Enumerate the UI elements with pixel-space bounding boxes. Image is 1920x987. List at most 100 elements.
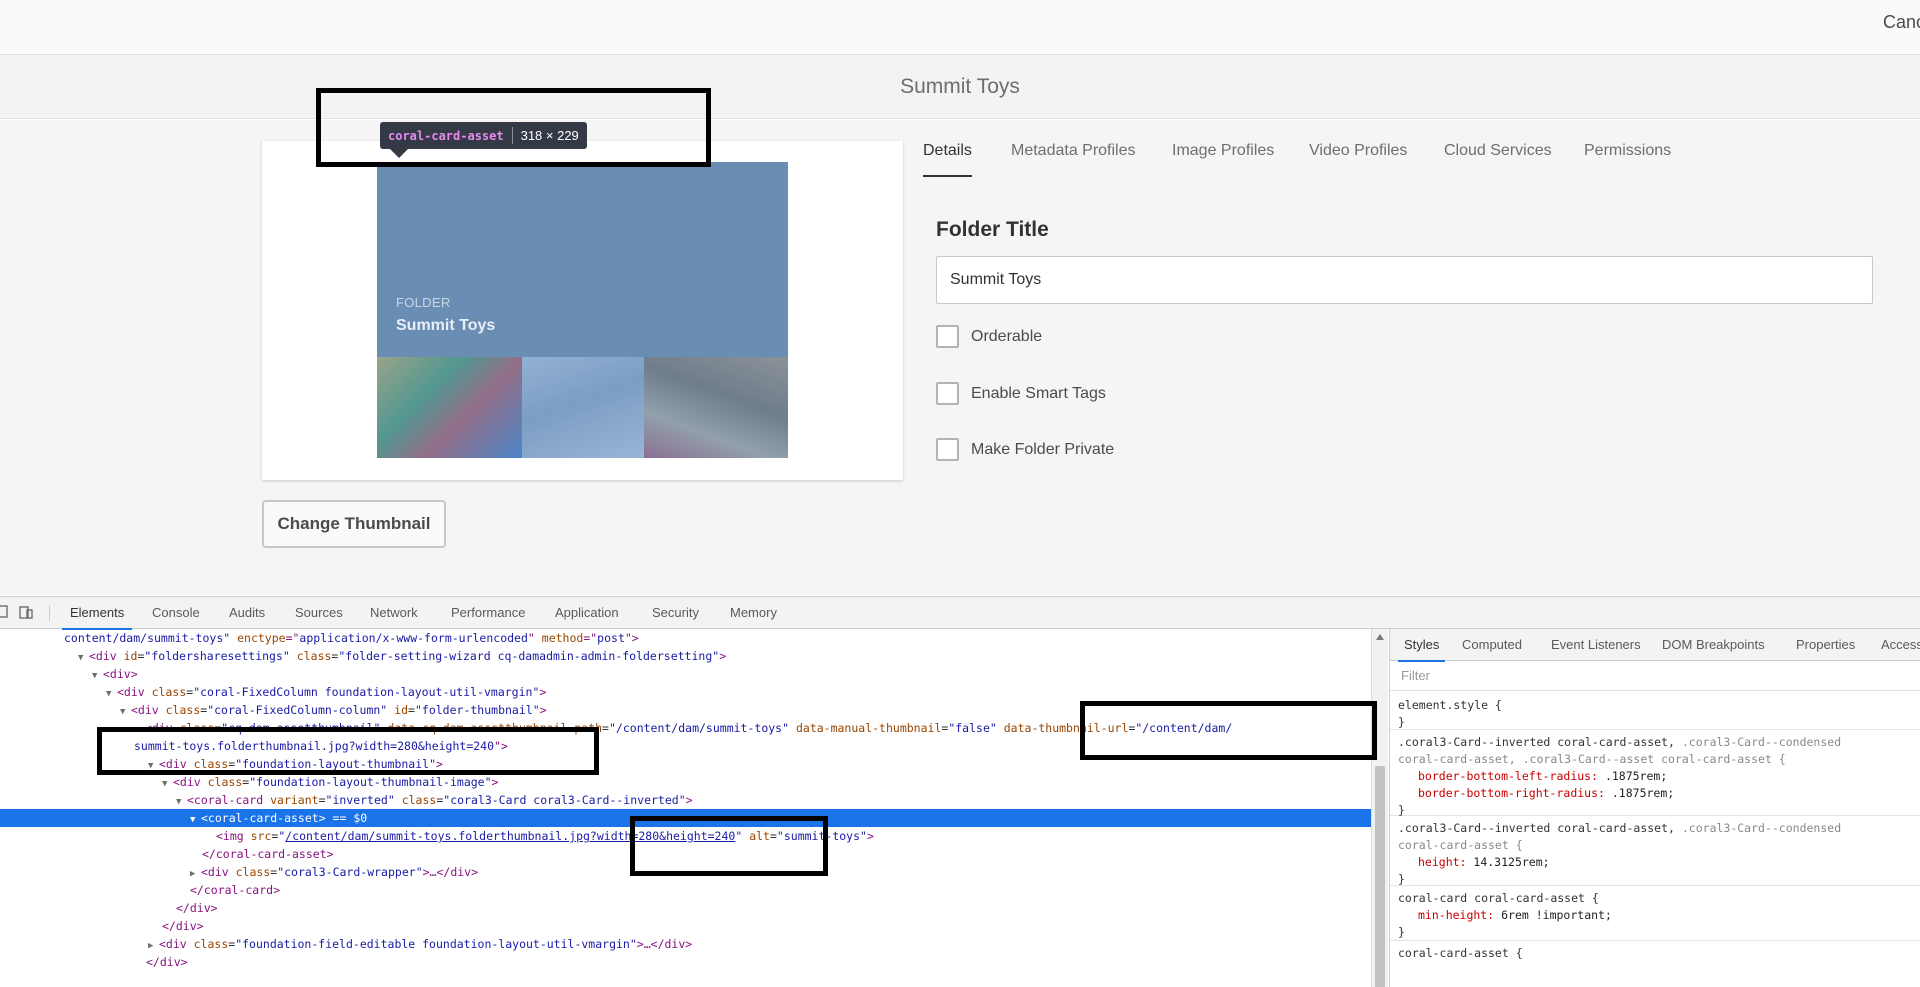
inspect-tooltip: coral-card-asset 318 × 229 <box>380 122 587 149</box>
smart-tags-checkbox[interactable] <box>936 382 959 405</box>
dom-attr: class <box>151 685 187 699</box>
dom-attr: class <box>193 757 229 771</box>
elements-scrollbar[interactable] <box>1371 629 1388 987</box>
css-selector-dim: coral-card-asset { <box>1398 838 1523 852</box>
devtools-tab-elements[interactable]: Elements <box>61 597 133 630</box>
css-rule[interactable]: coral-card-asset { <box>1390 942 1920 987</box>
dom-line[interactable]: ▼ <div class="coral-FixedColumn foundatio… <box>0 683 1371 701</box>
dom-tag: > <box>539 703 547 717</box>
tooltip-divider <box>511 127 513 144</box>
tab-permissions[interactable]: Permissions <box>1584 132 1671 177</box>
css-selector-dim: coral-card-asset, .coral3-Card--asset co… <box>1398 752 1786 766</box>
tab-video-profiles[interactable]: Video Profiles <box>1309 132 1407 177</box>
dom-tag: <div <box>89 649 124 663</box>
css-rule[interactable]: element.style { } <box>1390 694 1920 730</box>
styles-tab-event-listeners[interactable]: Event Listeners <box>1551 629 1641 661</box>
dom-line[interactable]: </div> <box>0 899 1371 917</box>
tab-cloud-services[interactable]: Cloud Services <box>1444 132 1552 177</box>
device-toolbar-icon[interactable] <box>18 604 34 620</box>
img-src-link[interactable]: /content/dam/summit-toys.folderthumbnail… <box>285 829 590 843</box>
dom-line[interactable]: ▼ <div class="foundation-layout-thumbnail… <box>0 773 1371 791</box>
dom-attr: variant <box>270 793 319 807</box>
css-property[interactable]: height <box>1418 855 1460 869</box>
css-value[interactable]: .1875rem; <box>1605 769 1667 783</box>
css-property[interactable]: border-bottom-left-radius <box>1418 769 1591 783</box>
tab-image-profiles[interactable]: Image Profiles <box>1172 132 1274 177</box>
inspect-element-icon[interactable] <box>0 604 10 620</box>
dom-line[interactable]: <img src="/content/dam/summit-toys.folde… <box>0 827 1371 845</box>
css-value[interactable]: 14.3125rem; <box>1473 855 1549 869</box>
dom-value: foundation-layout-thumbnail <box>242 757 430 771</box>
devtools-tab-performance[interactable]: Performance <box>451 597 525 629</box>
devtools-tab-sources[interactable]: Sources <box>295 597 343 629</box>
dom-line[interactable]: content/dam/summit-toys" enctype="applic… <box>0 629 1371 647</box>
dom-value: inverted <box>332 793 388 807</box>
dom-line[interactable]: summit-toys.folderthumbnail.jpg?width=28… <box>0 737 1371 755</box>
css-rule[interactable]: coral-card coral-card-asset { min-height… <box>1390 887 1920 941</box>
dom-line[interactable]: </coral-card-asset> <box>0 845 1371 863</box>
folder-title-input[interactable] <box>936 256 1873 304</box>
dom-attr: class <box>179 721 215 735</box>
css-selector: .coral3-Card--inverted coral-card-asset, <box>1398 821 1682 835</box>
styles-tab-properties[interactable]: Properties <box>1796 629 1855 661</box>
dom-line[interactable]: ▼ <div class="foundation-layout-thumbnail… <box>0 755 1371 773</box>
devtools-tab-application[interactable]: Application <box>555 597 619 629</box>
img-src-query-link[interactable]: ?width=280&height=240 <box>590 829 735 843</box>
styles-tab-styles[interactable]: Styles <box>1397 629 1446 662</box>
devtools-divider <box>49 605 50 621</box>
dom-line[interactable]: ▼ <div class="coral-FixedColumn-column" i… <box>0 701 1371 719</box>
styles-tab-dom-breakpoints[interactable]: DOM Breakpoints <box>1662 629 1765 661</box>
dom-attr: class <box>165 703 201 717</box>
orderable-label: Orderable <box>971 327 1043 345</box>
tab-metadata-profiles[interactable]: Metadata Profiles <box>1011 132 1136 177</box>
css-property[interactable]: border-bottom-right-radius <box>1418 786 1598 800</box>
private-folder-checkbox[interactable] <box>936 438 959 461</box>
dom-tag: <coral-card-asset> <box>201 811 326 825</box>
css-rule[interactable]: .coral3-Card--inverted coral-card-asset,… <box>1390 817 1920 886</box>
dom-value: folder-thumbnail <box>421 703 533 717</box>
smart-tags-checkbox-row[interactable]: Enable Smart Tags <box>936 382 1106 405</box>
dom-line[interactable]: ▶ <div class="foundation-field-editable f… <box>0 935 1371 953</box>
styles-filter-input[interactable]: Filter <box>1390 661 1920 691</box>
devtools-tab-audits[interactable]: Audits <box>229 597 265 629</box>
dom-line[interactable]: ▼ <div class="cq-dam-assetthumbnail" data… <box>0 719 1371 737</box>
css-rule[interactable]: .coral3-Card--inverted coral-card-asset,… <box>1390 731 1920 817</box>
change-thumbnail-button[interactable]: Change Thumbnail <box>262 500 446 548</box>
private-folder-checkbox-row[interactable]: Make Folder Private <box>936 438 1114 461</box>
dom-line[interactable]: </div> <box>0 917 1371 935</box>
styles-tab-computed[interactable]: Computed <box>1462 629 1522 661</box>
css-selector-dim: .coral3-Card--condensed <box>1681 821 1842 835</box>
scrollbar-thumb[interactable] <box>1375 766 1385 987</box>
dom-attr: id <box>394 703 409 717</box>
orderable-checkbox[interactable] <box>936 325 959 348</box>
properties-tabs: Details Metadata Profiles Image Profiles… <box>923 132 1883 177</box>
css-value[interactable]: .1875rem; <box>1612 786 1674 800</box>
css-value[interactable]: 6rem !important; <box>1501 908 1612 922</box>
dom-line[interactable]: ▼ <div id="foldersharesettings" class="fo… <box>0 647 1371 665</box>
dom-value: foldersharesettings <box>151 649 283 663</box>
dom-line[interactable]: ▼ <div> <box>0 665 1371 683</box>
dom-line-selected[interactable]: ▼ <coral-card-asset> == $0 <box>0 809 1371 827</box>
cancel-button[interactable]: Canc <box>1883 12 1920 33</box>
dom-line[interactable]: </coral-card> <box>0 881 1371 899</box>
devtools-tab-bar: Elements Console Audits Sources Network … <box>0 597 1920 630</box>
styles-tab-accessibility[interactable]: Access <box>1881 629 1920 661</box>
dom-value: /content/dam/ <box>1142 721 1233 735</box>
devtools-tab-console[interactable]: Console <box>152 597 200 629</box>
elements-tree[interactable]: content/dam/summit-toys" enctype="applic… <box>0 629 1371 987</box>
dom-value: application/x-www-form-urlencoded <box>299 631 528 645</box>
orderable-checkbox-row[interactable]: Orderable <box>936 325 1042 348</box>
dom-line[interactable]: ▼ <coral-card variant="inverted" class="c… <box>0 791 1371 809</box>
folder-thumbnail[interactable]: FOLDER Summit Toys <box>377 162 788 458</box>
dom-value: coral3-Card coral3-Card--inverted <box>450 793 679 807</box>
devtools-tab-security[interactable]: Security <box>652 597 699 629</box>
devtools-tab-network[interactable]: Network <box>370 597 418 629</box>
devtools-tab-memory[interactable]: Memory <box>730 597 777 629</box>
dom-line[interactable]: </div> <box>0 953 1371 971</box>
css-property[interactable]: min-height <box>1418 908 1487 922</box>
tab-details[interactable]: Details <box>923 132 972 177</box>
scroll-up-arrow-icon[interactable] <box>1376 634 1384 640</box>
dom-line[interactable]: ▶ <div class="coral3-Card-wrapper">…</div… <box>0 863 1371 881</box>
dom-value: post <box>597 631 625 645</box>
dom-tag: > <box>436 757 443 771</box>
